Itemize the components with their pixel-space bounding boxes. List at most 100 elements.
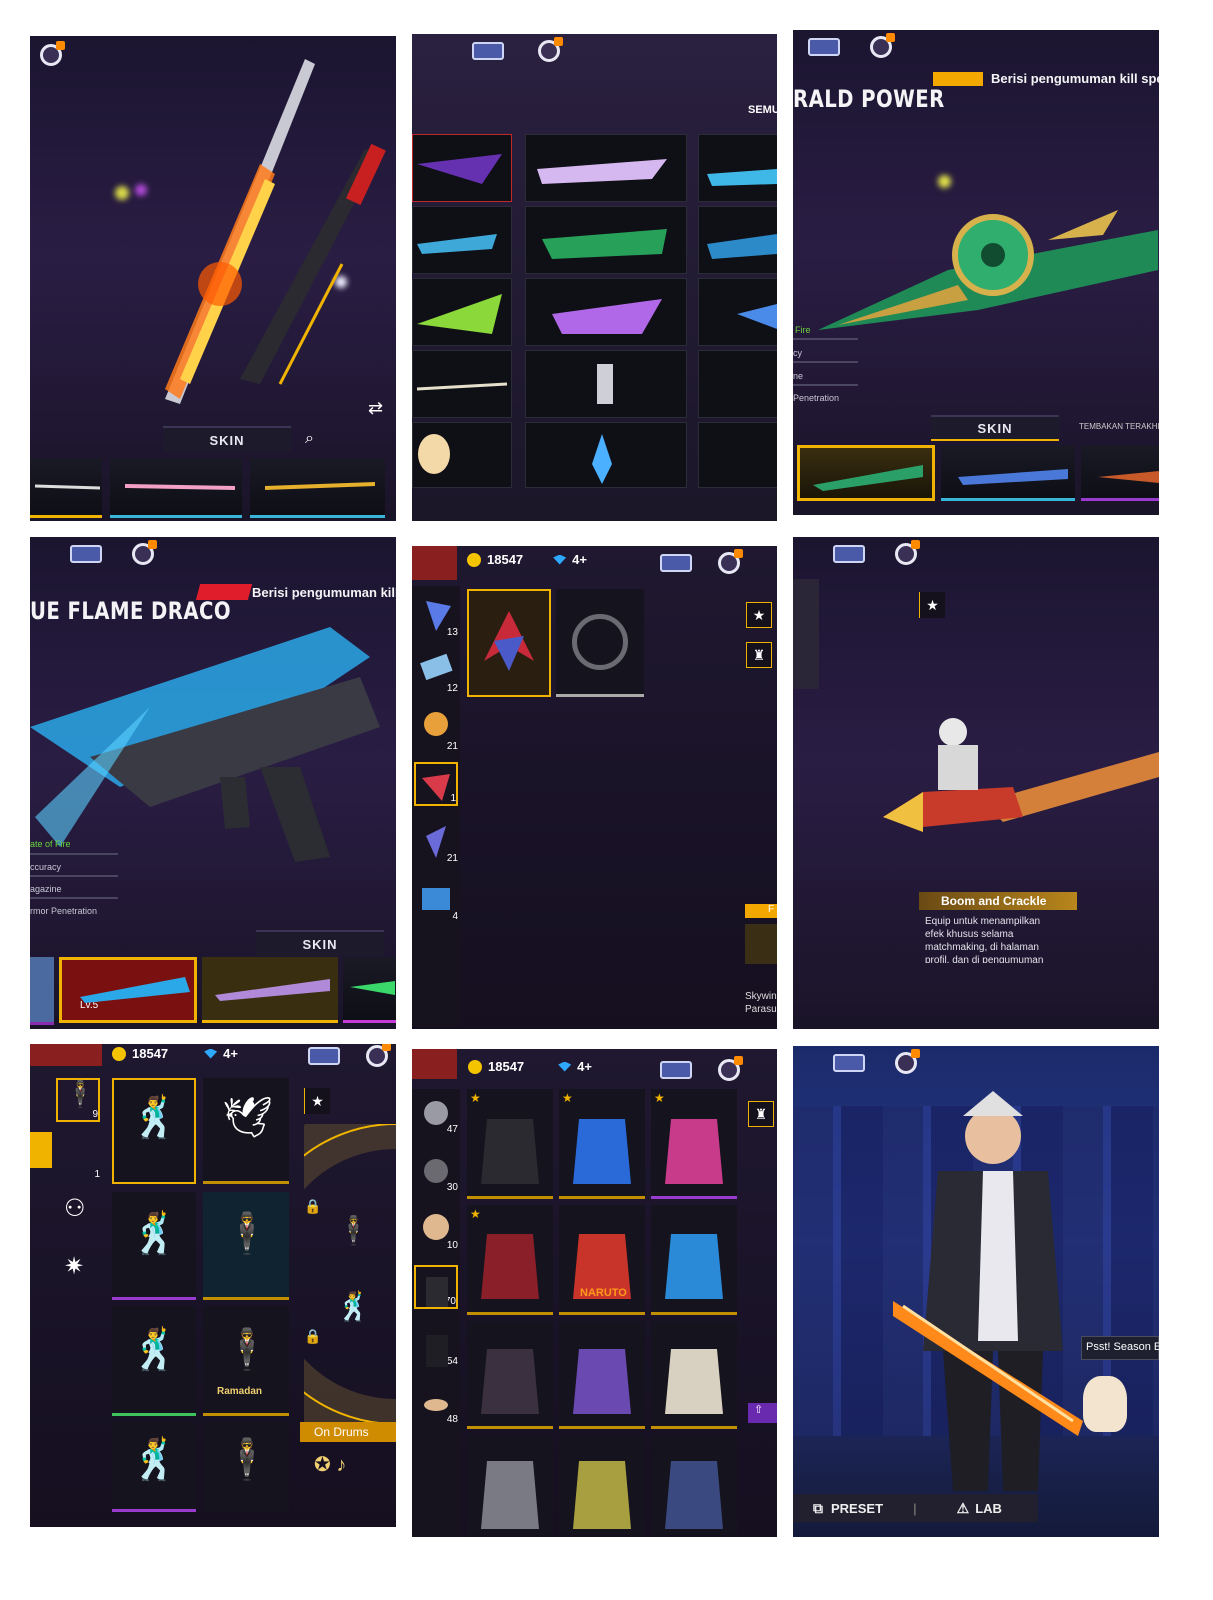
stat-label: ne [793,371,804,381]
announce-text: Berisi pengumuman kill spe [991,71,1159,86]
hint-text: Psst! Season E [1086,1341,1159,1353]
gold-katana-icon [265,482,375,490]
currency-bar: 18547 4+ [112,1046,238,1061]
coin-icon [468,1059,482,1074]
stat-bar [30,853,118,855]
stat-bar [793,338,858,340]
emote-figure-icon: 🕴 [222,1437,272,1483]
outfit-button[interactable]: ♜ [746,642,772,668]
event-icon[interactable] [30,1044,102,1066]
parachute-label: Parasu [745,1004,777,1015]
lock-icon: 🔒 [304,1328,322,1344]
stat-bar [30,875,118,877]
tab-skin[interactable]: SKIN [256,930,384,956]
settings-icon[interactable] [895,1049,920,1074]
emerald-weapon-image [818,210,1158,330]
emote-preview-icon: ✪ ♪ [314,1454,347,1476]
panel-boom-crackle: ★ Boom and Crackle Equip untuk menampilk… [793,537,1159,1029]
settings-icon[interactable] [40,41,65,66]
settings-icon[interactable] [132,540,157,565]
ticket-icon[interactable] [660,1061,692,1079]
ticket-icon[interactable] [70,545,102,563]
pink-katana-icon [125,484,235,490]
top-bar [660,549,743,574]
currency-bar: 18547 4+ [467,552,587,567]
emote-figure-icon: 🕺 [130,1327,180,1373]
pet-cat[interactable] [1083,1376,1127,1432]
ticket-icon[interactable] [833,1054,865,1072]
shuffle-icon[interactable]: ⇄ [368,398,383,419]
announce-text: Berisi pengumuman kill [252,585,396,600]
skywing-label: Skywin [745,991,777,1002]
settings-icon[interactable] [366,1044,391,1067]
coin-amount: 18547 [132,1046,169,1061]
preset-button[interactable]: PRESET [831,1501,883,1516]
weapon-thumbs [813,465,1159,491]
event-icon[interactable] [412,546,457,580]
left-accent [30,1132,52,1168]
settings-icon[interactable] [895,540,920,565]
ticket-icon[interactable] [660,554,692,572]
dragon-parachute-icon [484,611,534,671]
tab-last-shot[interactable]: TEMBAKAN TERAKHI [1079,422,1159,431]
favorite-button[interactable]: ★ [304,1088,330,1114]
category-item[interactable]: 1 [56,1136,100,1180]
star-badge: ★ [654,1091,665,1105]
settings-icon[interactable] [870,33,895,58]
star-badge: ★ [470,1091,481,1105]
ticket-icon[interactable] [833,545,865,563]
coin-icon [467,552,481,567]
lab-icon[interactable]: ⚠ [957,1500,970,1517]
stat-label: rmor Penetration [30,906,98,916]
tab-skin[interactable]: SKIN [163,426,291,452]
panel-blue-flame-draco: Berisi pengumuman kill UE FLAME DRACO at… [30,537,396,1029]
item-title: Boom and Crackle [941,894,1047,908]
filter-label[interactable]: SEMU [748,104,777,116]
naruto-logo: NARUTO [580,1287,627,1299]
outfit-button[interactable]: ♜ [748,1101,774,1127]
stat-bar [30,897,118,899]
diamond-amount: 4+ [223,1046,238,1061]
wheel-emote-icon: 🕺 [336,1290,371,1323]
diamond-amount: 4+ [572,552,587,567]
emote-figure-icon: 🕊 [222,1095,273,1141]
ticket-icon[interactable] [308,1047,340,1065]
wheel-emote-icon: 🕴 [336,1214,371,1247]
category-icons [423,1101,449,1411]
favorite-button[interactable]: ★ [919,592,945,618]
top-bar [660,1056,743,1081]
panel-character-lobby: Psst! Season E ⧉ PRESET | ⚠ LAB [793,1046,1159,1537]
settings-icon[interactable] [538,37,563,62]
favorite-button[interactable]: ★ [746,602,772,628]
lock-icon: 🔒 [304,1198,322,1214]
settings-icon[interactable] [718,549,743,574]
settings-icon[interactable] [718,1056,743,1081]
inspect-icon[interactable]: ⌕ [305,430,314,448]
tab-skin[interactable]: SKIN [931,415,1059,441]
character-image [893,1091,1083,1491]
emote-figure-icon: 🕴 [222,1211,272,1257]
top-bar [70,540,157,565]
event-icon[interactable] [412,1049,457,1079]
category-icons [420,601,453,910]
weapon-icons [416,154,777,484]
emote-wheel[interactable] [304,1124,396,1424]
search-icon[interactable] [793,579,819,689]
stage-light [938,175,951,188]
side-tab[interactable]: ⇧ [748,1403,777,1423]
preset-icon[interactable]: ⧉ [813,1500,823,1517]
katana-icon [35,484,100,490]
star-badge: ★ [470,1207,481,1221]
stat-label: agazine [30,884,62,894]
stat-bar [793,384,858,386]
lab-button[interactable]: LAB [975,1501,1002,1516]
emote-category-icon: ⚇ [64,1194,86,1222]
emote-name: On Drums [314,1425,369,1439]
skin-thumb[interactable] [30,957,54,1025]
divider: | [913,1500,917,1516]
stat-label: ate of Fire [30,839,71,849]
ticket-icon[interactable] [472,42,504,60]
stat-label: ccuracy [30,862,62,872]
ticket-icon[interactable] [808,38,840,56]
diamond-icon [553,554,567,565]
